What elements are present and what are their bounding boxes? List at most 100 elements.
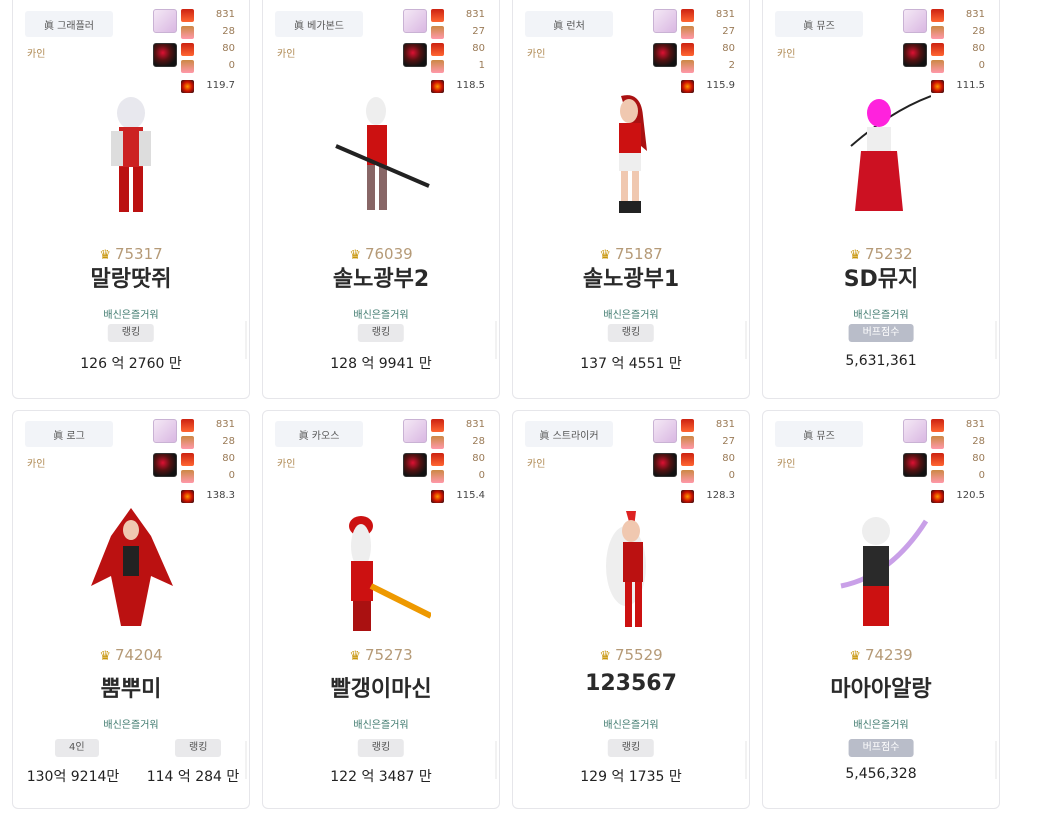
stat-value: 115.9 bbox=[706, 80, 735, 91]
character-sprite bbox=[111, 97, 151, 212]
ranking-tag: 랭킹 bbox=[175, 739, 222, 757]
stat-value: 80 bbox=[222, 43, 235, 54]
character-card[interactable]: 眞 뮤즈 카인 831 28 80 0 120.5 ♛ 74239 마아아알랑 배… bbox=[762, 410, 1000, 809]
divider bbox=[995, 321, 997, 359]
stat-value: 115.4 bbox=[456, 490, 485, 501]
creature-icon bbox=[903, 419, 927, 443]
stat-value: 1 bbox=[478, 60, 485, 71]
job-badge: 眞 뮤즈 bbox=[775, 11, 863, 37]
title-icon bbox=[181, 419, 194, 432]
adventure-name: 배신은즐거워 bbox=[353, 310, 409, 321]
avatar-icon bbox=[931, 26, 944, 39]
stat-value: 80 bbox=[972, 43, 985, 54]
stat-value: 28 bbox=[972, 436, 985, 447]
character-sprite bbox=[335, 97, 430, 210]
job-badge: 眞 뮤즈 bbox=[775, 421, 863, 447]
job-badge: 眞 카오스 bbox=[275, 421, 363, 447]
stat-value: 80 bbox=[972, 453, 985, 464]
divider bbox=[745, 741, 747, 779]
stat-value: 28 bbox=[222, 436, 235, 447]
weapon-icon bbox=[931, 453, 944, 466]
stat-value: 28 bbox=[222, 26, 235, 37]
crown-icon: ♛ bbox=[599, 649, 611, 664]
damage-value: 137 억 4551 만 bbox=[580, 356, 682, 372]
buff-value: 5,456,328 bbox=[845, 766, 917, 782]
character-card[interactable]: 眞 카오스 카인 831 28 80 0 115.4 ♛ 75273 빨갱이마신 … bbox=[262, 410, 500, 809]
fame-icon bbox=[931, 490, 944, 503]
aura-icon bbox=[403, 43, 427, 67]
damage-value: 126 억 2760 만 bbox=[80, 356, 182, 372]
server-label: 카인 bbox=[27, 49, 46, 60]
character-sprite bbox=[91, 508, 173, 626]
title-icon bbox=[931, 419, 944, 432]
stat-value: 128.3 bbox=[706, 490, 735, 501]
character-name: 솔노광부1 bbox=[582, 267, 680, 292]
aura-icon bbox=[153, 43, 177, 67]
stat-value: 831 bbox=[215, 9, 235, 20]
character-sprite bbox=[349, 516, 431, 631]
avatar-icon bbox=[181, 436, 194, 449]
ranking-tag: 랭킹 bbox=[607, 324, 655, 342]
stat-value: 0 bbox=[978, 60, 985, 71]
aura-icon bbox=[403, 453, 427, 477]
divider bbox=[245, 741, 247, 779]
character-card[interactable]: 眞 스트라이커 카인 831 27 80 0 128.3 ♛ 75529 1235… bbox=[512, 410, 750, 809]
character-card[interactable]: 眞 뮤즈 카인 831 28 80 0 111.5 ♛ 75232 SD뮤지 배신… bbox=[762, 0, 1000, 399]
stat-value: 119.7 bbox=[206, 80, 235, 91]
character-name: 뿜뿌미 bbox=[100, 677, 162, 702]
stat-value: 0 bbox=[728, 470, 735, 481]
ranking-tag: 랭킹 bbox=[107, 324, 155, 342]
pet-icon bbox=[431, 60, 444, 73]
ranking-tag: 랭킹 bbox=[357, 324, 405, 342]
character-sprite bbox=[606, 511, 646, 627]
stat-value: 831 bbox=[215, 419, 235, 430]
character-card[interactable]: 眞 그래플러 카인 831 28 80 0 119.7 ♛ 75317 말랑땃쥐 … bbox=[12, 0, 250, 399]
character-card[interactable]: 眞 런처 카인 831 27 80 2 115.9 ♛ 75187 솔노광부1 배… bbox=[512, 0, 750, 399]
title-icon bbox=[431, 419, 444, 432]
adventure-name: 배신은즐거워 bbox=[603, 720, 659, 731]
character-card[interactable]: 眞 베가본드 카인 831 27 80 1 118.5 ♛ 76039 솔노광부2… bbox=[262, 0, 500, 399]
divider bbox=[995, 741, 997, 779]
damage-value: 129 억 1735 만 bbox=[580, 769, 682, 785]
stat-value: 831 bbox=[965, 419, 985, 430]
stat-value: 80 bbox=[722, 43, 735, 54]
weapon-icon bbox=[181, 453, 194, 466]
title-icon bbox=[681, 419, 694, 432]
pet-icon bbox=[681, 470, 694, 483]
weapon-icon bbox=[431, 43, 444, 56]
adventure-name: 배신은즐거워 bbox=[603, 310, 659, 321]
aura-icon bbox=[153, 453, 177, 477]
server-label: 카인 bbox=[527, 49, 546, 60]
server-label: 카인 bbox=[527, 459, 546, 470]
avatar-icon bbox=[181, 26, 194, 39]
divider bbox=[245, 321, 247, 359]
avatar-icon bbox=[681, 26, 694, 39]
character-sprite bbox=[840, 517, 929, 626]
fame-icon bbox=[431, 490, 444, 503]
stat-value: 831 bbox=[715, 419, 735, 430]
character-card[interactable]: 眞 로그 카인 831 28 80 0 138.3 ♛ 74204 뿜뿌미 배신은… bbox=[12, 410, 250, 809]
fame-icon bbox=[681, 490, 694, 503]
stat-value: 138.3 bbox=[206, 490, 235, 501]
adventure-name: 배신은즐거워 bbox=[353, 720, 409, 731]
stat-value: 0 bbox=[978, 470, 985, 481]
damage-value: 128 억 9941 만 bbox=[330, 356, 432, 372]
job-badge: 眞 그래플러 bbox=[25, 11, 113, 37]
avatar-icon bbox=[931, 436, 944, 449]
pet-icon bbox=[931, 470, 944, 483]
adventure-name: 배신은즐거워 bbox=[853, 720, 909, 731]
creature-icon bbox=[653, 9, 677, 33]
stat-value: 80 bbox=[472, 43, 485, 54]
aura-icon bbox=[903, 453, 927, 477]
stat-value: 27 bbox=[722, 26, 735, 37]
job-badge: 眞 로그 bbox=[25, 421, 113, 447]
character-name: 123567 bbox=[585, 671, 677, 696]
aura-icon bbox=[653, 43, 677, 67]
title-icon bbox=[431, 9, 444, 22]
divider bbox=[495, 741, 497, 779]
damage-value: 122 억 3487 만 bbox=[330, 769, 432, 785]
weapon-icon bbox=[931, 43, 944, 56]
stat-value: 2 bbox=[728, 60, 735, 71]
adventure-name: 배신은즐거워 bbox=[103, 720, 159, 731]
creature-icon bbox=[903, 9, 927, 33]
